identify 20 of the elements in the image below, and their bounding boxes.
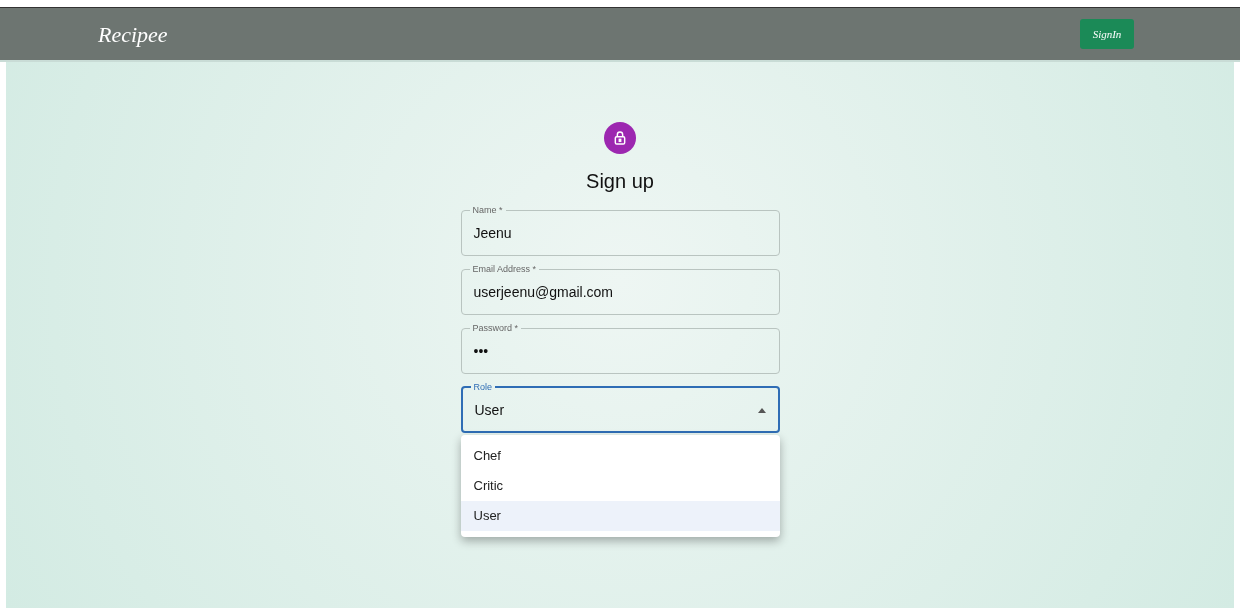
menu-item[interactable]: User xyxy=(460,501,780,531)
field-value: Jeenu xyxy=(473,223,512,243)
text-field[interactable]: Password * ••• xyxy=(460,322,780,374)
field-label: Name * xyxy=(471,204,504,216)
signin-button[interactable]: SignIn xyxy=(1080,19,1134,49)
text-field[interactable]: Role User xyxy=(460,381,780,433)
brand-logo[interactable]: Recipee xyxy=(98,17,168,51)
text-field[interactable]: Email Address * userjeenu@gmail.com xyxy=(460,263,780,315)
field-label: Email Address * xyxy=(471,263,538,275)
field-label: Role xyxy=(472,381,493,393)
field-value: userjeenu@gmail.com xyxy=(473,282,613,302)
form-title: Sign up xyxy=(586,169,654,194)
text-field[interactable]: Name * Jeenu xyxy=(460,204,780,256)
field-value: ••• xyxy=(473,341,489,361)
menu-item[interactable]: Chef xyxy=(460,441,780,471)
lock-icon xyxy=(604,122,636,154)
menu-item[interactable]: Critic xyxy=(460,471,780,501)
field-label: Password * xyxy=(471,322,520,334)
caret-icon xyxy=(757,407,766,413)
field-value: User xyxy=(474,400,506,420)
